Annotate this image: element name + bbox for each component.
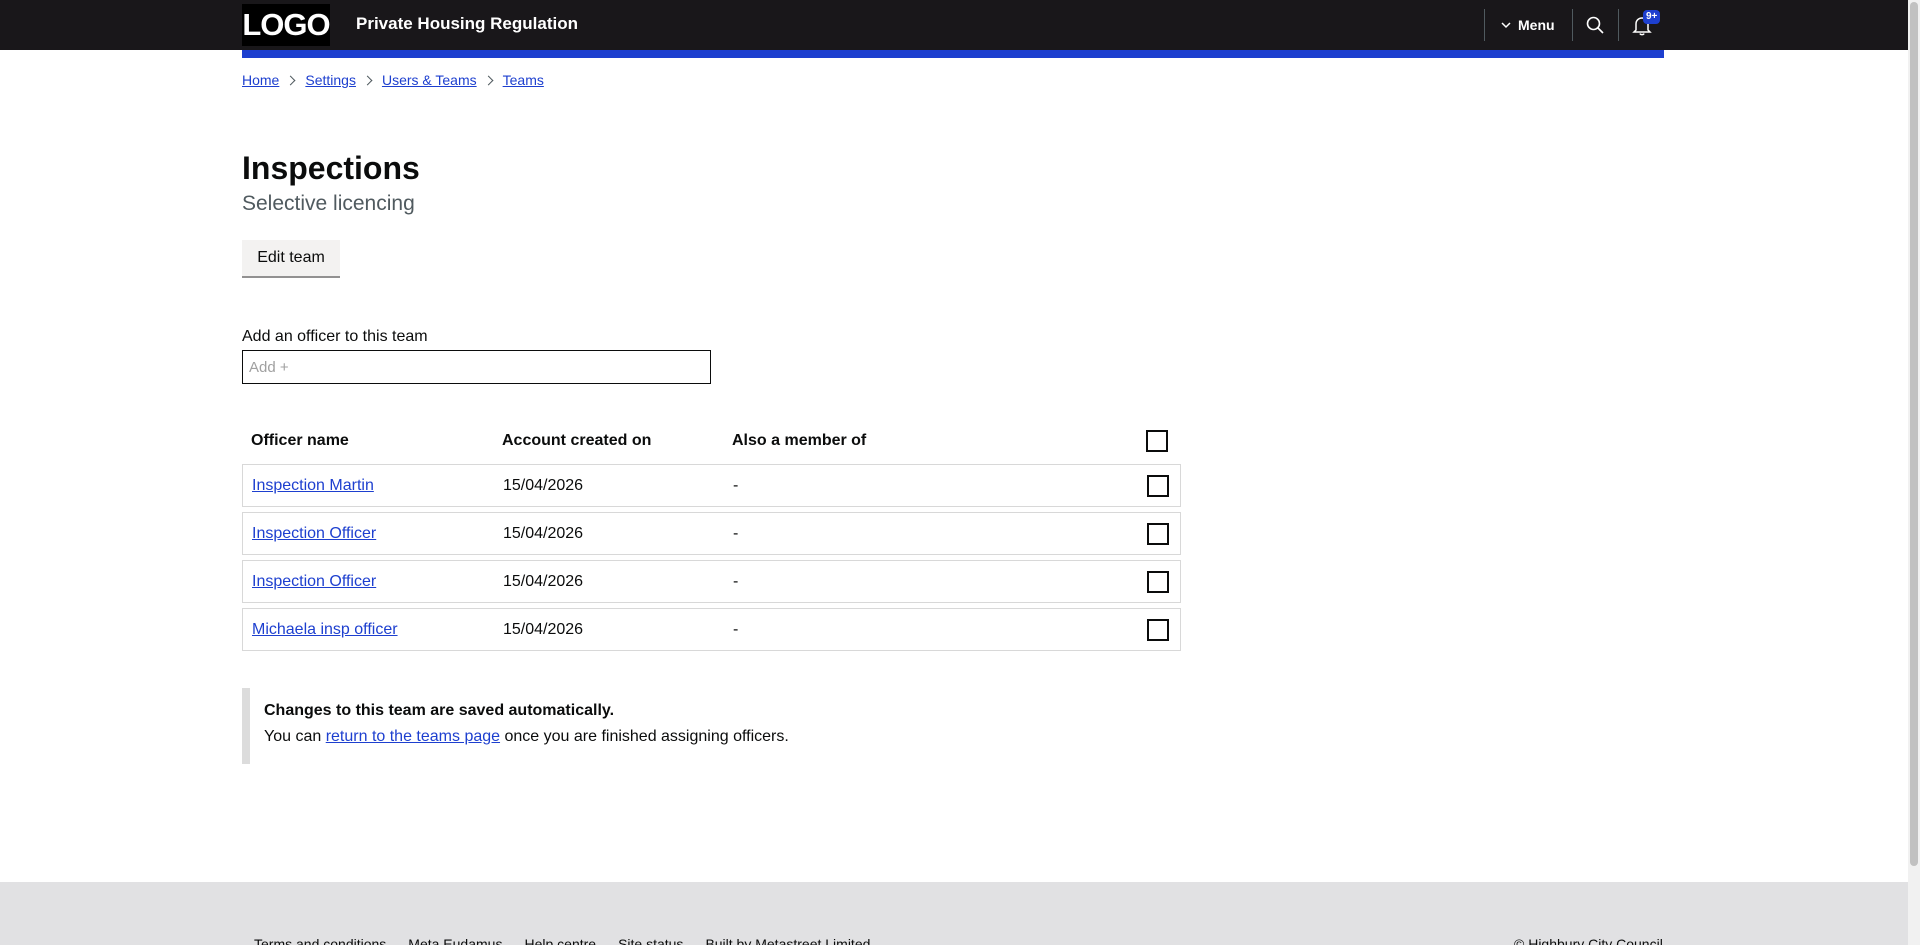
officer-name-link[interactable]: Inspection Officer: [252, 573, 376, 591]
service-name[interactable]: Private Housing Regulation: [356, 14, 578, 34]
search-icon[interactable]: [1585, 15, 1605, 35]
column-header-account-created: Account created on: [502, 432, 652, 449]
table-row: Inspection Martin 15/04/2026 -: [242, 464, 1181, 507]
page-title: Inspections: [242, 150, 420, 186]
footer-link[interactable]: Site status: [618, 936, 683, 945]
inset-heading: Changes to this team are saved automatic…: [264, 702, 615, 719]
notification-badge: 9+: [1643, 10, 1661, 24]
add-officer-input[interactable]: [242, 350, 711, 384]
footer-link[interactable]: Terms and conditions: [254, 936, 386, 945]
menu-button[interactable]: Menu: [1500, 14, 1555, 36]
header-bar: LOGO Private Housing Regulation Menu 9+: [0, 0, 1908, 50]
row-checkbox[interactable]: [1147, 523, 1169, 545]
add-officer-label: Add an officer to this team: [242, 328, 428, 345]
page-caption: Selective licencing: [242, 192, 415, 215]
breadcrumb-users-teams[interactable]: Users & Teams: [382, 72, 477, 88]
footer-link[interactable]: Help centre: [524, 936, 596, 945]
chevron-right-icon: [362, 75, 373, 85]
account-created-date: 15/04/2026: [503, 573, 584, 590]
chevron-right-icon: [483, 75, 494, 85]
header-divider: [1572, 9, 1573, 41]
row-checkbox[interactable]: [1147, 619, 1169, 641]
account-created-date: 15/04/2026: [503, 525, 584, 542]
inset-text-after: once you are finished assigning officers…: [504, 728, 789, 745]
also-member-of: -: [733, 573, 739, 590]
row-checkbox[interactable]: [1147, 571, 1169, 593]
breadcrumb-home[interactable]: Home: [242, 72, 279, 88]
footer: Terms and conditions Meta Eudamus Help c…: [0, 882, 1908, 945]
scrollbar-thumb[interactable]: [1910, 2, 1918, 866]
header-divider: [1618, 9, 1619, 41]
breadcrumb-teams[interactable]: Teams: [503, 72, 544, 88]
edit-team-button[interactable]: Edit team: [242, 240, 340, 278]
breadcrumb-settings[interactable]: Settings: [305, 72, 356, 88]
select-all-checkbox[interactable]: [1146, 430, 1168, 452]
officer-name-link[interactable]: Inspection Officer: [252, 525, 376, 543]
officer-name-link[interactable]: Michaela insp officer: [252, 621, 398, 639]
also-member-of: -: [733, 477, 739, 494]
header-divider: [1484, 9, 1485, 41]
row-checkbox[interactable]: [1147, 475, 1169, 497]
header-inner: LOGO Private Housing Regulation Menu 9+: [242, 0, 1664, 50]
menu-label: Menu: [1518, 17, 1555, 33]
table-row: Michaela insp officer 15/04/2026 -: [242, 608, 1181, 651]
accent-bar: [242, 50, 1664, 58]
breadcrumb: Home Settings Users & Teams Teams: [242, 72, 544, 88]
column-header-officer-name: Officer name: [251, 432, 349, 449]
footer-copyright: © Highbury City Council: [1514, 936, 1663, 945]
page-scrollbar[interactable]: [1908, 0, 1920, 945]
logo[interactable]: LOGO: [242, 4, 331, 46]
table-header: Officer name Account created on Also a m…: [242, 426, 1180, 456]
footer-link[interactable]: Built by Metastreet Limited: [705, 936, 870, 945]
inset-text: Changes to this team are saved automatic…: [242, 688, 942, 764]
inset-text-before: You can: [264, 728, 322, 745]
account-created-date: 15/04/2026: [503, 477, 584, 494]
chevron-down-icon: [1501, 22, 1511, 29]
table-row: Inspection Officer 15/04/2026 -: [242, 512, 1181, 555]
footer-links: Terms and conditions Meta Eudamus Help c…: [254, 936, 870, 945]
table-row: Inspection Officer 15/04/2026 -: [242, 560, 1181, 603]
column-header-also-member: Also a member of: [732, 432, 867, 449]
return-to-teams-link[interactable]: return to the teams page: [326, 728, 500, 745]
also-member-of: -: [733, 525, 739, 542]
footer-link[interactable]: Meta Eudamus: [408, 936, 502, 945]
account-created-date: 15/04/2026: [503, 621, 584, 638]
chevron-right-icon: [285, 75, 296, 85]
also-member-of: -: [733, 621, 739, 638]
officer-name-link[interactable]: Inspection Martin: [252, 477, 374, 495]
